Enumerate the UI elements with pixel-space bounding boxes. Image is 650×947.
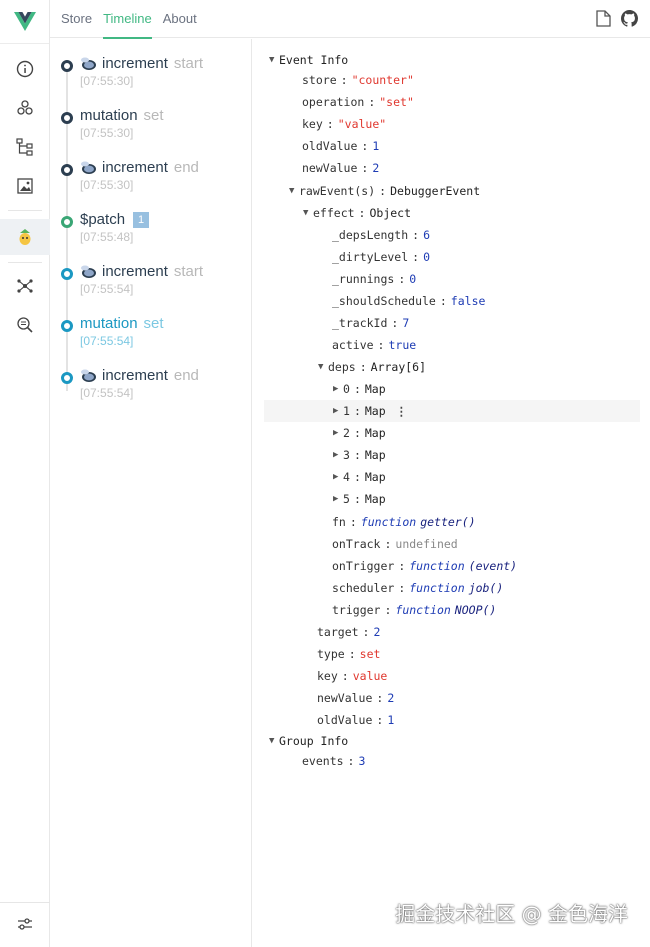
bee-icon (80, 161, 98, 175)
deps-item[interactable]: ▶ 0: Map (333, 378, 650, 400)
deps-item-hovered[interactable]: ▶ 1: Map ⋮ (264, 400, 640, 422)
side-rail (0, 0, 50, 947)
prop-row: _trackId:7 (332, 316, 410, 330)
prop-row: onTrack: undefined (332, 537, 458, 551)
components-icon[interactable] (0, 90, 50, 126)
timeline-event[interactable]: increment end [07:55:54] (50, 355, 252, 407)
bee-icon (80, 369, 98, 383)
prop-row: key: "value" (302, 117, 387, 131)
caret-down-icon: ▼ (269, 55, 275, 65)
timeline-event-selected[interactable]: mutation set [07:55:54] (50, 303, 252, 355)
prop-row: onTrigger: function (event) (332, 559, 518, 573)
deps-item[interactable]: ▶ 3: Map (333, 444, 650, 466)
tab-timeline[interactable]: Timeline (103, 0, 152, 39)
prop-row-expandable[interactable]: ▼ effect: Object (303, 202, 650, 224)
timeline-event[interactable]: increment start [07:55:54] (50, 251, 252, 303)
vue-logo (0, 0, 49, 44)
prop-row: _runnings:0 (332, 272, 417, 286)
prop-row: oldValue:1 (302, 139, 380, 153)
state-inspector: ▼ Event Info store: "counter" operation: "s… (253, 39, 650, 947)
image-icon[interactable] (0, 168, 50, 204)
graph-icon[interactable] (0, 268, 50, 304)
prop-row: store: "counter" (302, 73, 414, 87)
prop-row: events:3 (302, 754, 366, 768)
timeline-event[interactable]: increment start [07:55:30] (50, 43, 252, 95)
info-icon[interactable] (0, 51, 50, 87)
settings-sliders-icon[interactable] (0, 906, 50, 942)
prop-row: _shouldSchedule: false (332, 294, 486, 308)
bee-icon (80, 57, 98, 71)
tab-about[interactable]: About (163, 0, 197, 38)
prop-row: target:2 (317, 625, 381, 639)
top-bar: Store Timeline About (50, 0, 650, 39)
section-group-info[interactable]: ▼ Group Info (269, 730, 650, 752)
prop-row-expandable[interactable]: ▼ deps: Array[6] (318, 356, 650, 378)
more-options-icon[interactable]: ⋮ (396, 404, 408, 418)
count-badge: 1 (133, 211, 150, 228)
timeline-list: increment start [07:55:30] mutation set [0… (50, 39, 252, 947)
prop-row: newValue:2 (317, 691, 395, 705)
caret-right-icon: ▶ (333, 384, 339, 394)
deps-item[interactable]: ▶ 4: Map (333, 466, 650, 488)
prop-row: scheduler: function job() (332, 581, 504, 595)
caret-down-icon: ▼ (269, 736, 275, 746)
caret-right-icon: ▶ (333, 472, 339, 482)
prop-row: oldValue:1 (317, 713, 395, 727)
tab-store[interactable]: Store (61, 0, 92, 38)
github-icon[interactable] (621, 10, 639, 32)
prop-row: active: true (332, 338, 417, 352)
deps-item[interactable]: ▶ 2: Map (333, 422, 650, 444)
caret-right-icon: ▶ (333, 450, 339, 460)
bee-icon (80, 265, 98, 279)
tree-icon[interactable] (0, 129, 50, 165)
prop-row: fn: function getter() (332, 515, 476, 529)
pinia-icon[interactable] (0, 219, 50, 255)
prop-row: type: set (317, 647, 381, 661)
document-icon[interactable] (596, 10, 611, 32)
timeline-event[interactable]: increment end [07:55:30] (50, 147, 252, 199)
prop-row: trigger: function NOOP() (332, 603, 497, 617)
deps-item[interactable]: ▶ 5: Map (333, 488, 650, 510)
caret-right-icon: ▶ (333, 406, 339, 416)
prop-row: _dirtyLevel:0 (332, 250, 431, 264)
timeline-event[interactable]: mutation set [07:55:30] (50, 95, 252, 147)
prop-row: newValue:2 (302, 161, 380, 175)
caret-right-icon: ▶ (333, 494, 339, 504)
caret-down-icon: ▼ (289, 186, 295, 196)
caret-down-icon: ▼ (303, 208, 309, 218)
search-inspect-icon[interactable] (0, 307, 50, 343)
prop-row: key: value (317, 669, 388, 683)
prop-row-expandable[interactable]: ▼ rawEvent(s): DebuggerEvent (289, 180, 650, 202)
prop-row: _depsLength:6 (332, 228, 431, 242)
watermark-text: 掘金技术社区 @ 金色海洋 (395, 902, 628, 926)
caret-right-icon: ▶ (333, 428, 339, 438)
section-event-info[interactable]: ▼ Event Info (269, 49, 650, 71)
prop-row: operation: "set" (302, 95, 414, 109)
caret-down-icon: ▼ (318, 362, 324, 372)
timeline-event[interactable]: $patch 1 [07:55:48] (50, 199, 252, 251)
